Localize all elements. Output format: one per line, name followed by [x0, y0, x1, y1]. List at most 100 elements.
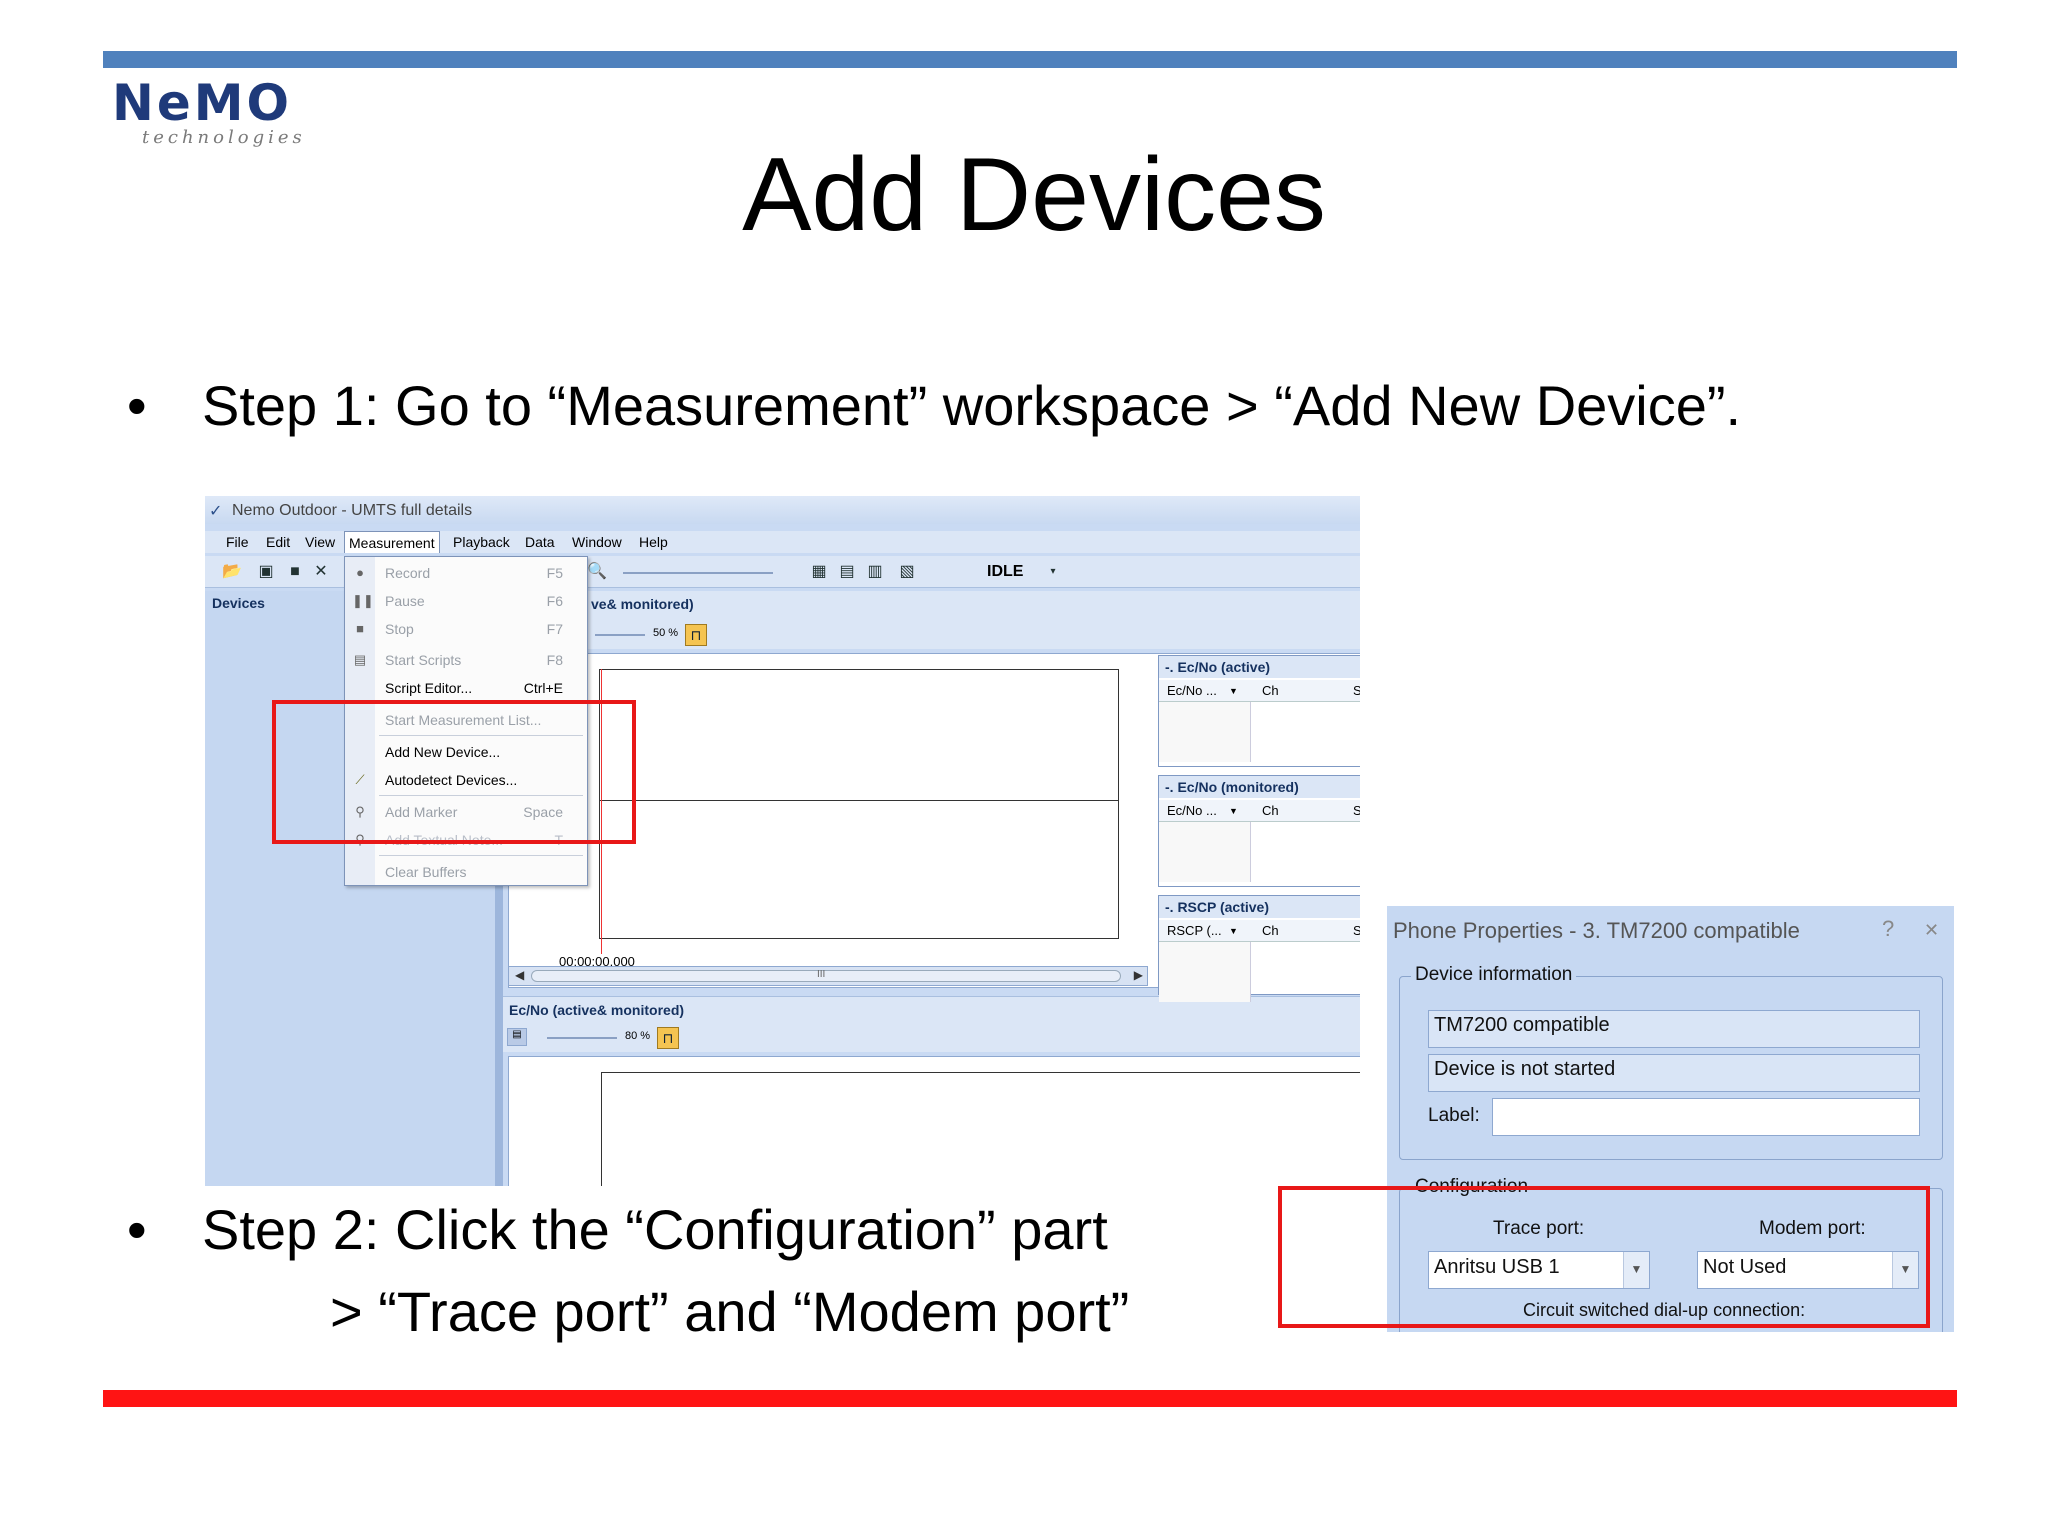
- menu-item-label: Record: [385, 565, 431, 581]
- menu-item-start-scripts[interactable]: ▤ Start Scripts F8: [345, 649, 587, 671]
- chart-zoom-slider[interactable]: [595, 634, 645, 636]
- chart-baseline: [600, 800, 1118, 801]
- lower-pane-table-icon[interactable]: ▤: [507, 1028, 527, 1046]
- rscp-active-columns: RSCP (... ▼ Ch S: [1159, 920, 1360, 942]
- configuration-highlight: [1278, 1186, 1930, 1328]
- slide-title: Add Devices: [742, 137, 1326, 253]
- menu-playback[interactable]: Playback: [453, 534, 510, 550]
- ec-no-monitored-panel[interactable]: -. Ec/No (monitored) Ec/No ... ▼ Ch S: [1158, 775, 1360, 887]
- menu-item-shortcut: Ctrl+E: [523, 680, 563, 696]
- toolbar-overflow-icon[interactable]: ▾: [1043, 562, 1063, 582]
- menubar: File Edit View Measurement Playback Data…: [205, 531, 1360, 553]
- devices-panel-label: Devices: [212, 595, 265, 611]
- step2-text-line2: > “Trace port” and “Modem port”: [330, 1280, 1130, 1343]
- menu-item-stop[interactable]: ■ Stop F7: [345, 618, 587, 640]
- chart-window-icon[interactable]: ▦: [809, 562, 829, 582]
- step1-text: Step 1: Go to “Measurement” workspace > …: [202, 374, 1742, 437]
- tools-icon[interactable]: ✕: [311, 562, 331, 582]
- chevron-down-icon[interactable]: ▼: [1229, 926, 1238, 936]
- search-device-icon[interactable]: 🔍: [587, 562, 607, 582]
- rscp-active-values: [1159, 942, 1251, 1002]
- chevron-down-icon[interactable]: ▼: [1229, 806, 1238, 816]
- lower-zoom-slider[interactable]: [547, 1037, 617, 1039]
- column-header[interactable]: S: [1353, 803, 1360, 818]
- menu-help[interactable]: Help: [639, 534, 668, 550]
- chevron-down-icon[interactable]: ▼: [1229, 686, 1238, 696]
- column-header[interactable]: S: [1353, 923, 1360, 938]
- menu-measurement[interactable]: Measurement: [344, 531, 440, 553]
- step2-subline: > “Trace port” and “Modem port”: [330, 1280, 1129, 1344]
- timeline-slider-track[interactable]: [623, 572, 773, 574]
- chart-lock-icon[interactable]: ⊓: [685, 624, 707, 646]
- ec-no-monitored-values: [1159, 822, 1251, 882]
- step2-text-line1: Step 2: Click the “Configuration” part: [202, 1198, 1108, 1261]
- scroll-thumb[interactable]: III: [531, 969, 1121, 982]
- column-header[interactable]: S: [1353, 683, 1360, 698]
- menu-item-shortcut: F8: [546, 652, 563, 668]
- window-layout-icon[interactable]: ▧: [897, 562, 917, 582]
- status-indicator: IDLE: [987, 563, 1024, 580]
- workspace-icon[interactable]: ▣: [256, 562, 276, 582]
- script-icon: ▤: [353, 652, 367, 667]
- menu-item-script-editor[interactable]: Script Editor... Ctrl+E: [345, 677, 587, 699]
- add-device-highlight: [272, 700, 636, 844]
- dialog-title: Phone Properties - 3. TM7200 compatible: [1393, 918, 1800, 943]
- table-window-icon[interactable]: ▤: [837, 562, 857, 582]
- ec-no-active-panel[interactable]: -. Ec/No (active) Ec/No ... ▼ Ch S: [1158, 655, 1360, 767]
- chart-horizontal-scrollbar[interactable]: ◀ III ▶: [508, 966, 1148, 986]
- scroll-left-icon[interactable]: ◀: [515, 968, 524, 982]
- lower-pane-title: Ec/No (active& monitored): [509, 1002, 685, 1018]
- menu-item-shortcut: F6: [546, 593, 563, 609]
- logo-word: NeMO: [112, 74, 293, 132]
- menu-item-label: Script Editor...: [385, 680, 473, 696]
- lower-pane-body: [508, 1056, 1360, 1186]
- menu-item-pause[interactable]: ❚❚ Pause F6: [345, 590, 587, 612]
- column-header[interactable]: Ch: [1262, 803, 1279, 818]
- window-titlebar: ✓ Nemo Outdoor - UMTS full details: [205, 496, 1360, 524]
- menu-item-label: Start Scripts: [385, 652, 462, 668]
- map-window-icon[interactable]: ▥: [865, 562, 885, 582]
- label-caption: Label:: [1428, 1105, 1480, 1126]
- help-icon[interactable]: ?: [1882, 916, 1894, 942]
- device-name-field: TM7200 compatible: [1428, 1010, 1920, 1048]
- bottom-accent-bar: [103, 1390, 1957, 1407]
- top-accent-bar: [103, 51, 1957, 68]
- device-information-title: Device information: [1411, 964, 1577, 986]
- slide: NeMO technologies Add Devices • Step 1: …: [0, 0, 2048, 1536]
- save-icon[interactable]: ■: [285, 562, 305, 582]
- menu-edit[interactable]: Edit: [266, 534, 290, 550]
- menu-item-shortcut: F7: [546, 621, 563, 637]
- column-header[interactable]: Ch: [1262, 683, 1279, 698]
- menu-item-record[interactable]: ● Record F5: [345, 562, 587, 584]
- lower-lock-icon[interactable]: ⊓: [657, 1027, 679, 1049]
- bullet-dot: •: [127, 374, 147, 437]
- label-input[interactable]: [1492, 1098, 1920, 1136]
- menu-view[interactable]: View: [305, 534, 335, 550]
- scroll-right-icon[interactable]: ▶: [1134, 968, 1143, 982]
- line-chart-area[interactable]: [599, 669, 1119, 939]
- column-header[interactable]: Ec/No ...: [1167, 683, 1217, 698]
- menu-item-label: Pause: [385, 593, 425, 609]
- menu-window[interactable]: Window: [572, 534, 622, 550]
- lower-chart-axis: [601, 1072, 602, 1186]
- rscp-active-title: -. RSCP (active): [1159, 896, 1360, 918]
- menu-item-clear-buffers[interactable]: Clear Buffers: [345, 861, 587, 883]
- open-folder-icon[interactable]: 📂: [222, 562, 242, 582]
- window-title: Nemo Outdoor - UMTS full details: [232, 502, 473, 519]
- close-icon[interactable]: ✕: [1924, 920, 1939, 941]
- device-status-field: Device is not started: [1428, 1054, 1920, 1092]
- column-header[interactable]: RSCP (...: [1167, 923, 1222, 938]
- rscp-active-panel[interactable]: -. RSCP (active) RSCP (... ▼ Ch S: [1158, 895, 1360, 1002]
- ec-no-active-title: -. Ec/No (active): [1159, 656, 1360, 678]
- menu-item-label: Stop: [385, 621, 414, 637]
- pause-icon: ❚❚: [352, 593, 374, 608]
- chart-pane-toolbar: 50 % ⊓: [503, 621, 1360, 649]
- column-header[interactable]: Ch: [1262, 923, 1279, 938]
- menu-item-label: Clear Buffers: [385, 864, 467, 880]
- ec-no-active-columns: Ec/No ... ▼ Ch S: [1159, 680, 1360, 702]
- chart-zoom-label: 50 %: [653, 627, 679, 639]
- column-header[interactable]: Ec/No ...: [1167, 803, 1217, 818]
- lower-chart-top: [601, 1072, 1360, 1073]
- menu-file[interactable]: File: [226, 534, 249, 550]
- menu-data[interactable]: Data: [525, 534, 555, 550]
